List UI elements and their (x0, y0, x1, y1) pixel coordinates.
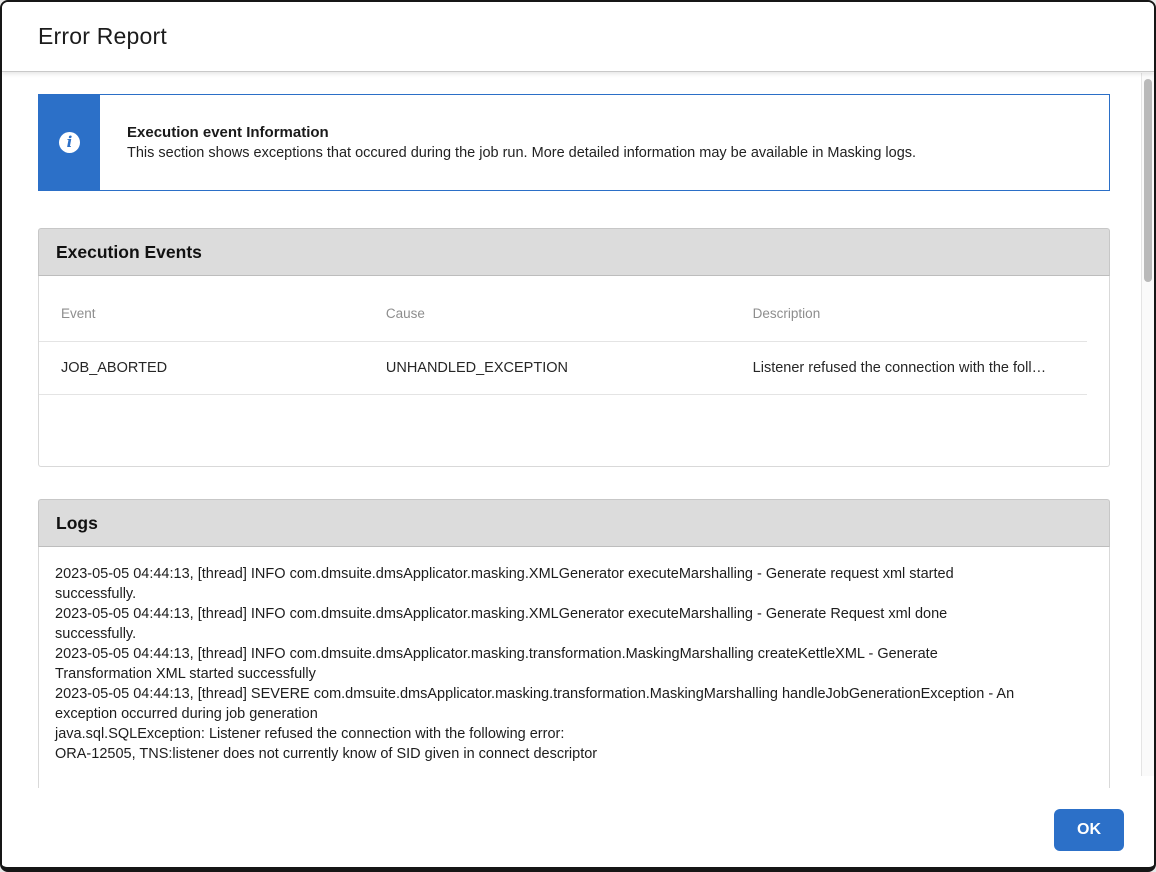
logs-section: Logs 2023-05-05 04:44:13, [thread] INFO … (38, 499, 1110, 788)
ok-button[interactable]: OK (1054, 809, 1124, 851)
column-header-event: Event (39, 296, 364, 342)
column-header-description: Description (731, 296, 1087, 342)
logs-output: 2023-05-05 04:44:13, [thread] INFO com.d… (38, 547, 1110, 788)
log-line: successfully. (55, 624, 1085, 644)
execution-events-header: Execution Events (38, 228, 1110, 276)
execution-events-section: Execution Events Event Cause Desc (38, 228, 1110, 467)
execution-events-table: Event Cause Description JOB_ABORTED UNHA… (39, 296, 1087, 395)
log-line: 2023-05-05 04:44:13, [thread] INFO com.d… (55, 564, 1085, 584)
column-header-cause: Cause (364, 296, 731, 342)
log-line: 2023-05-05 04:44:13, [thread] SEVERE com… (55, 684, 1085, 704)
dialog-scrollbar[interactable] (1141, 73, 1154, 776)
log-line: 2023-05-05 04:44:13, [thread] INFO com.d… (55, 644, 1085, 664)
execution-events-table-container: Event Cause Description JOB_ABORTED UNHA… (38, 276, 1110, 467)
dialog-titlebar: Error Report (2, 2, 1154, 72)
info-banner-text: Execution event Information This section… (100, 95, 936, 190)
table-row: JOB_ABORTED UNHANDLED_EXCEPTION Listener… (39, 342, 1087, 395)
cause-cell: UNHANDLED_EXCEPTION (364, 342, 731, 395)
description-cell: Listener refused the connection with the… (731, 342, 1087, 395)
info-banner-accent: i (39, 95, 100, 190)
dialog-body: i Execution event Information This secti… (2, 72, 1154, 789)
info-banner-description: This section shows exceptions that occur… (127, 145, 916, 161)
table-header-row: Event Cause Description (39, 296, 1087, 342)
error-report-dialog: Error Report i Execution event Informati… (0, 0, 1156, 872)
info-banner: i Execution event Information This secti… (38, 94, 1110, 191)
log-line: exception occurred during job generation (55, 704, 1085, 724)
dialog-content: i Execution event Information This secti… (38, 72, 1110, 788)
page-title: Error Report (38, 23, 167, 50)
log-line: Transformation XML started successfully (55, 664, 1085, 684)
log-line: ORA-12505, TNS:listener does not current… (55, 744, 1085, 764)
logs-header: Logs (38, 499, 1110, 547)
log-line: 2023-05-05 04:44:13, [thread] INFO com.d… (55, 604, 1085, 624)
info-banner-title: Execution event Information (127, 124, 916, 141)
info-icon: i (59, 132, 80, 153)
event-cell: JOB_ABORTED (39, 342, 364, 395)
scrollbar-thumb[interactable] (1144, 79, 1152, 282)
log-line: successfully. (55, 584, 1085, 604)
log-line: java.sql.SQLException: Listener refused … (55, 724, 1085, 744)
dialog-footer: OK (2, 789, 1154, 867)
